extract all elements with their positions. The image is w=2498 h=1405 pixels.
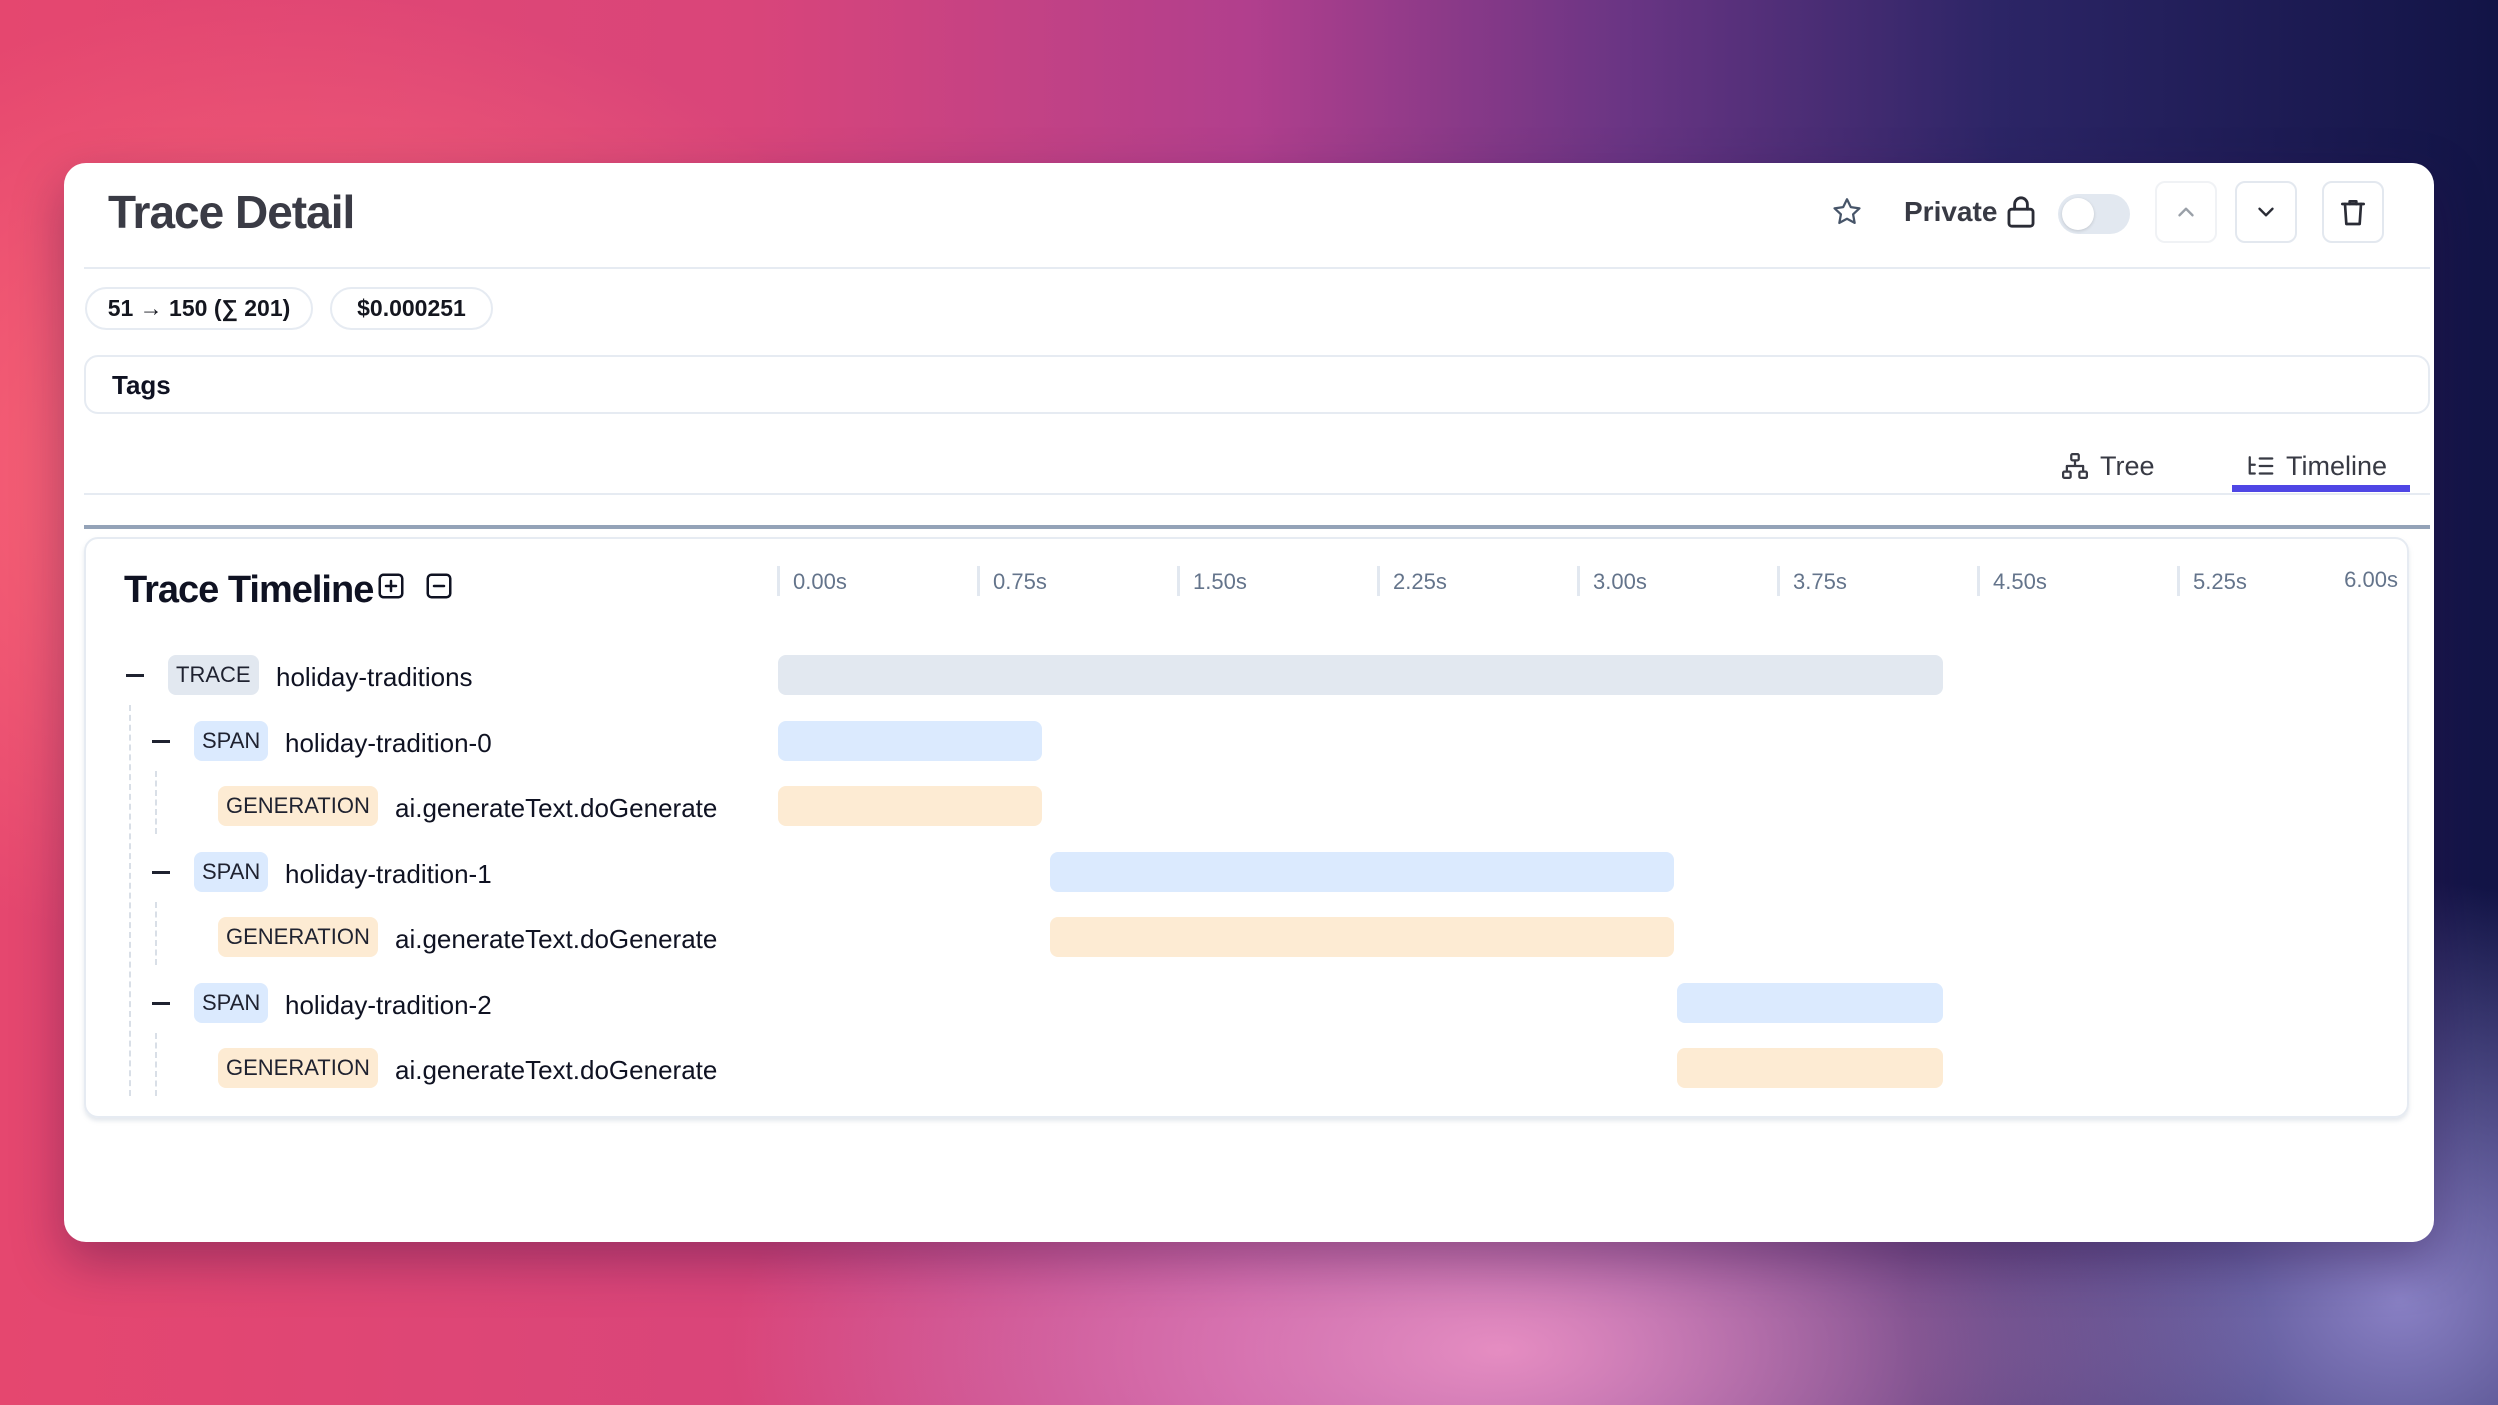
timeline-bar-span[interactable] (1050, 851, 1674, 892)
timeline-bar-trace[interactable] (778, 655, 1944, 695)
type-badge: GENERATION (218, 917, 378, 957)
axis-tick-line (1577, 566, 1580, 596)
previous-trace-button[interactable] (2155, 181, 2217, 243)
collapse-toggle-icon[interactable] (152, 1001, 170, 1005)
toggle-knob (2062, 198, 2094, 230)
type-badge: GENERATION (218, 786, 378, 826)
axis-tick-line (2177, 566, 2180, 596)
private-toggle[interactable] (2058, 194, 2130, 234)
type-badge: SPAN (194, 851, 269, 892)
chevron-down-icon (2258, 207, 2274, 217)
timeline-row-trace[interactable]: TRACE holiday-traditions (86, 655, 2406, 695)
axis-tick-line (777, 566, 780, 596)
delete-trace-button[interactable] (2322, 181, 2384, 243)
axis-tick-line (1377, 566, 1380, 596)
cost-badge: $0.000251 (330, 287, 493, 330)
timeline-row-generation[interactable]: GENERATION ai.generateText.doGenerate (86, 917, 2406, 957)
timeline-bar-generation[interactable] (1676, 1048, 1944, 1088)
observation-name[interactable]: holiday-tradition-0 (285, 728, 492, 759)
tree-guide-line (129, 705, 131, 1096)
type-badge: SPAN (194, 720, 269, 761)
timeline-row-span[interactable]: SPAN holiday-tradition-0 (86, 720, 2406, 761)
plus-square-icon[interactable] (376, 571, 406, 601)
observation-name[interactable]: holiday-tradition-2 (285, 990, 492, 1021)
tab-timeline[interactable]: Timeline (2246, 441, 2387, 491)
axis-tick-label: 0.00s (793, 569, 847, 594)
active-tab-indicator (2232, 485, 2410, 492)
tags-label: Tags (112, 370, 171, 400)
axis-tick-line (1777, 566, 1780, 596)
tree-icon (2062, 453, 2088, 479)
timeline-title: Trace Timeline (124, 569, 374, 611)
tab-tree[interactable]: Tree (2060, 441, 2155, 491)
observation-name[interactable]: holiday-traditions (276, 662, 473, 693)
section-divider (84, 525, 2430, 529)
timeline-icon (2248, 456, 2274, 475)
timeline-bar-generation[interactable] (778, 786, 1042, 826)
header-divider (84, 267, 2430, 269)
trace-detail-panel: Trace Detail Private 51 → 150 (∑ 201) $0… (64, 163, 2434, 1242)
minus-square-icon[interactable] (424, 571, 454, 601)
axis-tick-label: 4.50s (1993, 569, 2047, 594)
collapse-toggle-icon[interactable] (152, 739, 170, 743)
axis-tick-label: 2.25s (1393, 569, 1447, 594)
private-label: Private (1904, 196, 1998, 227)
chevron-up-icon (2178, 207, 2194, 217)
lock-icon (2007, 196, 2035, 228)
token-usage-badge: 51 → 150 (∑ 201) (85, 287, 313, 330)
observation-name[interactable]: holiday-tradition-1 (285, 859, 492, 890)
axis-tick-label: 1.50s (1193, 569, 1247, 594)
timeline-bar-generation[interactable] (1050, 917, 1674, 957)
timeline-row-generation[interactable]: GENERATION ai.generateText.doGenerate (86, 1048, 2406, 1088)
timeline-row-span[interactable]: SPAN holiday-tradition-1 (86, 851, 2406, 892)
axis-tick-line (977, 566, 980, 596)
timeline-bar-span[interactable] (778, 720, 1042, 761)
type-badge: GENERATION (218, 1048, 378, 1088)
observation-name[interactable]: ai.generateText.doGenerate (395, 1055, 717, 1086)
timeline-bar-span[interactable] (1676, 982, 1944, 1023)
observation-name[interactable]: ai.generateText.doGenerate (395, 793, 717, 824)
axis-tick-label: 5.25s (2193, 569, 2247, 594)
axis-tick-label: 3.00s (1593, 569, 1647, 594)
tab-tree-label: Tree (2100, 450, 2155, 481)
page-title: Trace Detail (108, 186, 355, 238)
tabs-divider (84, 493, 2430, 495)
axis-tick-line (1977, 566, 1980, 596)
timeline-row-generation[interactable]: GENERATION ai.generateText.doGenerate (86, 786, 2406, 826)
next-trace-button[interactable] (2235, 181, 2297, 243)
axis-tick-label: 6.00s (2344, 567, 2398, 592)
axis-tick-label: 0.75s (993, 569, 1047, 594)
observation-name[interactable]: ai.generateText.doGenerate (395, 924, 717, 955)
tab-timeline-label: Timeline (2286, 450, 2388, 481)
axis-tick-label: 3.75s (1793, 569, 1847, 594)
type-badge: SPAN (194, 982, 269, 1023)
type-badge: TRACE (168, 655, 259, 695)
tags-section[interactable]: Tags (84, 355, 2430, 414)
star-icon[interactable] (1830, 195, 1864, 229)
collapse-toggle-icon[interactable] (126, 674, 144, 677)
timeline-row-span[interactable]: SPAN holiday-tradition-2 (86, 982, 2406, 1023)
collapse-toggle-icon[interactable] (152, 870, 170, 874)
axis-tick-line (1177, 566, 1180, 596)
trash-icon (2341, 200, 2365, 226)
trace-timeline-panel: Trace Timeline 0.00s 0.75s 1.50s 2.25s 3.00s… (84, 537, 2409, 1118)
